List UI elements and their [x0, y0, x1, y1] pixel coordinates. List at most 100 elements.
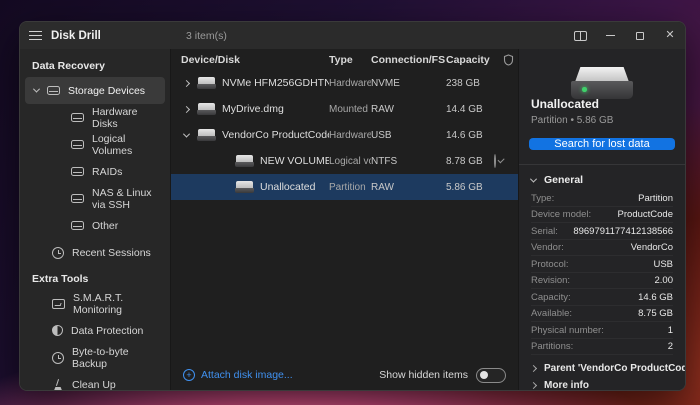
device-fs: NVME	[371, 78, 446, 89]
minimize-button[interactable]	[595, 22, 625, 49]
chevron-down-icon	[530, 175, 537, 182]
collapse-chevron[interactable]	[181, 133, 191, 138]
sidebar-item-label: Byte-to-byte Backup	[72, 346, 165, 370]
sidebar-item-label: RAIDs	[92, 166, 122, 178]
book-icon	[574, 31, 587, 41]
table-row-selected[interactable]: Unallocated Partition RAW 5.86 GB	[171, 174, 518, 200]
general-properties: Type:Partition Device model:ProductCode …	[519, 190, 685, 355]
protection-icon	[52, 325, 63, 336]
expand-chevron[interactable]	[181, 107, 191, 112]
hamburger-menu-icon[interactable]	[29, 31, 42, 40]
disk-drill-window: Disk Drill 3 item(s) ✕ Data Recovery Sto…	[19, 21, 686, 391]
close-button[interactable]: ✕	[655, 22, 685, 49]
device-name: NVMe HFM256GDHTNG-8...	[222, 77, 329, 89]
general-section-header[interactable]: General	[519, 164, 685, 190]
sidebar-item-hardware-disks[interactable]: Hardware Disks	[25, 104, 165, 131]
window-content: Data Recovery Storage Devices Hardware D…	[20, 49, 685, 390]
device-capacity: 8.78 GB	[446, 156, 494, 167]
knowledge-base-button[interactable]	[565, 22, 595, 49]
show-hidden-toggle[interactable]	[476, 368, 506, 383]
sidebar-item-other[interactable]: Other	[25, 212, 165, 239]
details-panel: Unallocated Partition • 5.86 GB Search f…	[519, 49, 685, 390]
col-health	[494, 54, 522, 66]
property-row: Partitions:2	[531, 339, 673, 356]
drive-icon	[71, 113, 84, 122]
property-row: Physical number:1	[531, 322, 673, 339]
check-circle-icon	[494, 154, 496, 168]
shield-icon	[503, 54, 514, 66]
drive-icon	[47, 86, 60, 95]
sidebar-item-label: Hardware Disks	[92, 106, 165, 130]
chevron-right-icon	[530, 382, 537, 389]
selected-device-subtitle: Partition • 5.86 GB	[519, 111, 685, 126]
drive-icon	[71, 221, 84, 230]
more-info-link[interactable]: More info	[519, 373, 685, 390]
drive-icon	[235, 155, 254, 167]
device-type: Logical vol...	[329, 156, 371, 167]
sidebar-item-recent-sessions[interactable]: Recent Sessions	[25, 239, 165, 266]
sidebar-item-label: Data Protection	[71, 325, 143, 337]
property-row: Revision:2.00	[531, 273, 673, 290]
titlebar-left: Disk Drill	[20, 22, 170, 49]
sidebar-item-smart-monitoring[interactable]: S.M.A.R.T. Monitoring	[25, 290, 165, 317]
property-row: Available:8.75 GB	[531, 306, 673, 323]
chevron-right-icon	[182, 105, 189, 112]
property-row: Capacity:14.6 GB	[531, 289, 673, 306]
search-lost-data-button[interactable]: Search for lost data	[529, 138, 675, 150]
history-icon	[52, 247, 64, 259]
maximize-button[interactable]	[625, 22, 655, 49]
list-footer: + Attach disk image... Show hidden items	[171, 360, 518, 390]
property-row: Device model:ProductCode	[531, 207, 673, 224]
show-hidden-label: Show hidden items	[379, 369, 468, 381]
sidebar-item-label: Storage Devices	[68, 85, 145, 97]
titlebar: Disk Drill 3 item(s) ✕	[20, 22, 685, 49]
sidebar-item-logical-volumes[interactable]: Logical Volumes	[25, 131, 165, 158]
window-controls: ✕	[565, 22, 685, 49]
property-row: Serial:8969791177412138566	[531, 223, 673, 240]
drive-icon	[71, 140, 84, 149]
sidebar-item-label: NAS & Linux via SSH	[92, 187, 165, 211]
sidebar-item-byte-backup[interactable]: Byte-to-byte Backup	[25, 344, 165, 371]
drive-led	[582, 87, 587, 92]
sidebar-item-storage-devices[interactable]: Storage Devices	[25, 77, 165, 104]
drive-icon	[71, 167, 84, 176]
device-name: NEW VOLUME (F:)	[260, 155, 329, 167]
col-device-disk[interactable]: Device/Disk	[171, 54, 329, 66]
expand-chevron[interactable]	[181, 81, 191, 86]
table-header: Device/Disk Type Connection/FS ↓ Capacit…	[171, 49, 518, 70]
attach-disk-image-link[interactable]: + Attach disk image...	[183, 369, 293, 381]
sidebar-item-raids[interactable]: RAIDs	[25, 158, 165, 185]
table-row[interactable]: NVMe HFM256GDHTNG-8... Hardware... NVME …	[171, 70, 518, 96]
table-row[interactable]: MyDrive.dmg Mounted I... RAW 14.4 GB	[171, 96, 518, 122]
sidebar-section-header: Extra Tools	[20, 266, 170, 290]
backup-clock-icon	[52, 352, 64, 364]
col-capacity[interactable]: Capacity	[446, 54, 494, 66]
sidebar-item-label: S.M.A.R.T. Monitoring	[73, 292, 165, 316]
chevron-down-icon	[182, 130, 189, 137]
table-row[interactable]: VendorCo ProductCode US... Hardware... U…	[171, 122, 518, 148]
col-connection-fs[interactable]: Connection/FS ↓	[371, 54, 446, 66]
drive-icon	[71, 194, 84, 203]
toggle-knob	[480, 371, 489, 380]
maximize-icon	[636, 32, 644, 40]
sidebar-item-clean-up[interactable]: Clean Up	[25, 371, 165, 390]
app-title: Disk Drill	[51, 30, 101, 42]
parent-device-link[interactable]: Parent 'VendorCo ProductCode US...	[519, 355, 685, 372]
device-capacity: 238 GB	[446, 78, 494, 89]
drive-icon	[197, 129, 216, 141]
minimize-icon	[606, 35, 615, 36]
property-row: Protocol:USB	[531, 256, 673, 273]
drive-illustration	[571, 67, 633, 83]
show-hidden-group: Show hidden items	[379, 368, 506, 383]
device-type: Partition	[329, 182, 371, 193]
col-type[interactable]: Type	[329, 54, 371, 66]
device-fs: NTFS	[371, 156, 446, 167]
chevron-right-icon	[182, 79, 189, 86]
sidebar-item-data-protection[interactable]: Data Protection	[25, 317, 165, 344]
sidebar-item-nas-linux-ssh[interactable]: NAS & Linux via SSH	[25, 185, 165, 212]
device-type: Hardware...	[329, 78, 371, 89]
table-row[interactable]: NEW VOLUME (F:) Logical vol... NTFS 8.78…	[171, 148, 518, 174]
device-fs: USB	[371, 130, 446, 141]
broom-icon	[52, 379, 64, 391]
sidebar-item-label: Logical Volumes	[92, 133, 165, 157]
